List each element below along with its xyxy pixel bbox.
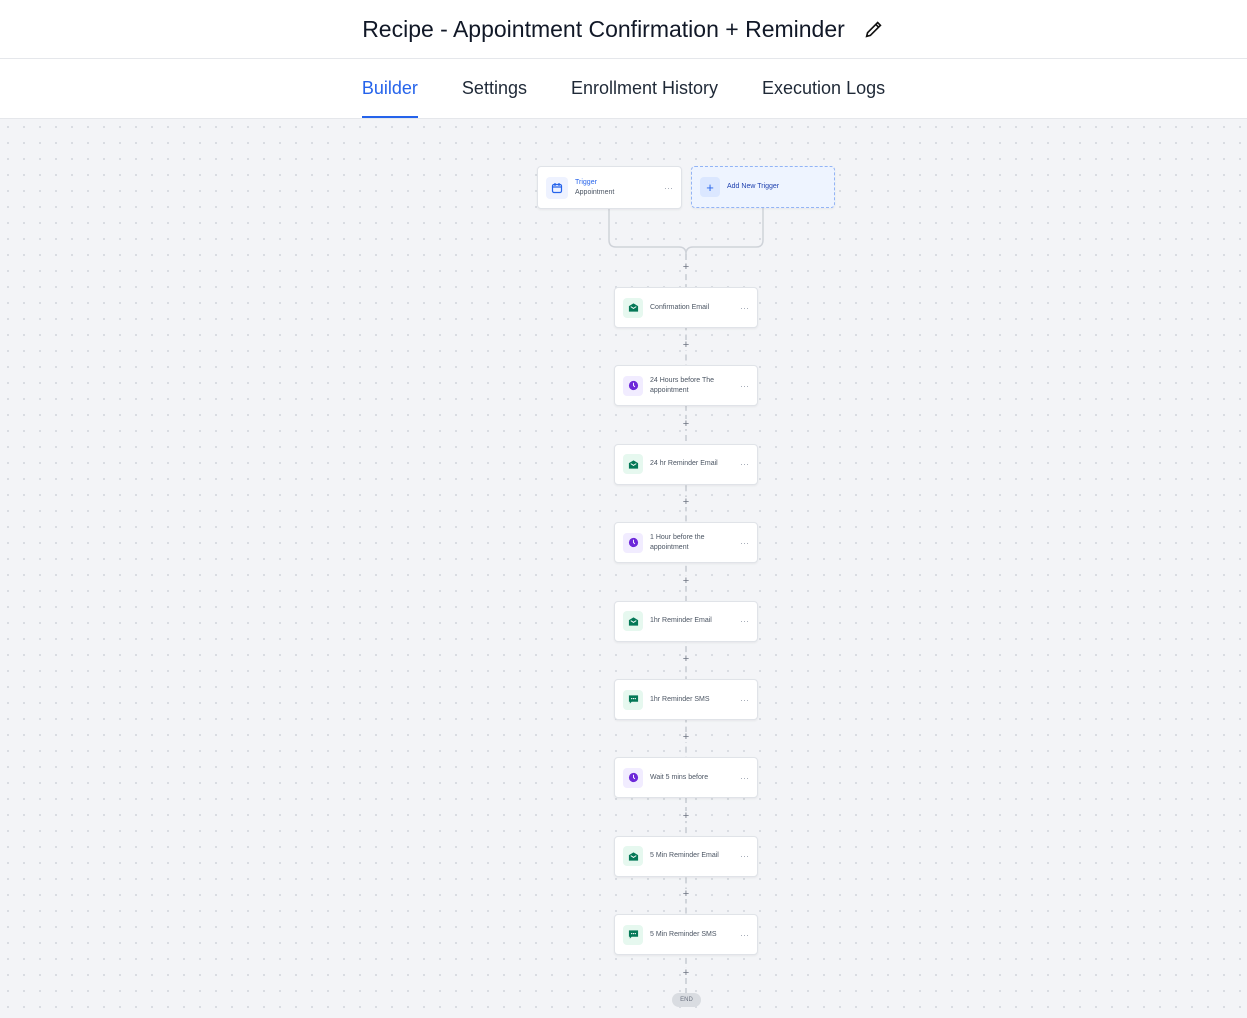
email-icon — [623, 611, 643, 632]
add-new-trigger-button[interactable]: + Add New Trigger — [691, 166, 835, 208]
more-icon[interactable]: ··· — [740, 773, 749, 783]
add-step-button[interactable]: + — [681, 732, 691, 743]
more-icon[interactable]: ··· — [740, 538, 749, 548]
step-card[interactable]: 5 Min Reminder Email ··· — [614, 835, 758, 877]
add-step-button[interactable]: + — [681, 497, 691, 508]
trigger-text: Trigger Appointment — [575, 178, 664, 198]
add-step-button[interactable]: + — [681, 262, 691, 273]
add-step-button[interactable]: + — [681, 418, 691, 429]
add-step-button[interactable]: + — [681, 967, 691, 978]
more-icon[interactable]: ··· — [740, 616, 749, 626]
email-icon — [623, 454, 643, 475]
calendar-icon — [546, 176, 568, 199]
clock-icon — [623, 375, 643, 396]
step-card[interactable]: 5 Min Reminder SMS ··· — [614, 914, 758, 956]
add-step-button[interactable]: + — [681, 654, 691, 665]
step-card[interactable]: 1 Hour before the appointment ··· — [614, 522, 758, 564]
step-card[interactable]: Confirmation Email ··· — [614, 287, 758, 328]
more-icon[interactable]: ··· — [740, 381, 749, 391]
add-step-button[interactable]: + — [681, 340, 691, 351]
step-label: 1 Hour before the appointment — [650, 533, 705, 551]
add-step-button[interactable]: + — [681, 810, 691, 821]
end-node: END — [672, 993, 701, 1007]
email-icon — [623, 297, 643, 318]
step-label: Confirmation Email — [650, 303, 710, 311]
sms-icon — [623, 924, 643, 945]
step-card[interactable]: 24 Hours before The appointment ··· — [614, 365, 758, 407]
step-label: 1hr Reminder SMS — [650, 695, 710, 703]
add-step-button[interactable]: + — [681, 889, 691, 900]
trigger-title: Trigger — [575, 178, 597, 186]
step-label: 5 Min Reminder SMS — [650, 930, 717, 938]
email-icon — [623, 846, 643, 867]
more-icon[interactable]: ··· — [740, 459, 749, 469]
step-label: 24 hr Reminder Email — [650, 460, 718, 468]
step-card[interactable]: Wait 5 mins before ··· — [614, 757, 758, 799]
trigger-card[interactable]: Trigger Appointment ··· — [537, 166, 682, 209]
step-label: 1hr Reminder Email — [650, 617, 712, 625]
add-trigger-label: Add New Trigger — [727, 183, 780, 190]
more-icon[interactable]: ··· — [664, 183, 673, 193]
clock-icon — [623, 767, 643, 788]
more-icon[interactable]: ··· — [740, 930, 749, 940]
step-card[interactable]: 1hr Reminder Email ··· — [614, 600, 758, 642]
step-card[interactable]: 1hr Reminder SMS ··· — [614, 679, 758, 720]
step-label: Wait 5 mins before — [650, 773, 709, 781]
plus-icon: + — [700, 177, 720, 197]
step-label: 5 Min Reminder Email — [650, 852, 719, 860]
more-icon[interactable]: ··· — [740, 695, 749, 705]
step-card[interactable]: 24 hr Reminder Email ··· — [614, 443, 758, 485]
step-label: 24 Hours before The appointment — [650, 376, 715, 394]
clock-icon — [623, 532, 643, 553]
more-icon[interactable]: ··· — [740, 851, 749, 861]
sms-icon — [623, 689, 643, 710]
more-icon[interactable]: ··· — [740, 303, 749, 313]
add-step-button[interactable]: + — [681, 575, 691, 586]
trigger-subtitle: Appointment — [575, 188, 615, 196]
